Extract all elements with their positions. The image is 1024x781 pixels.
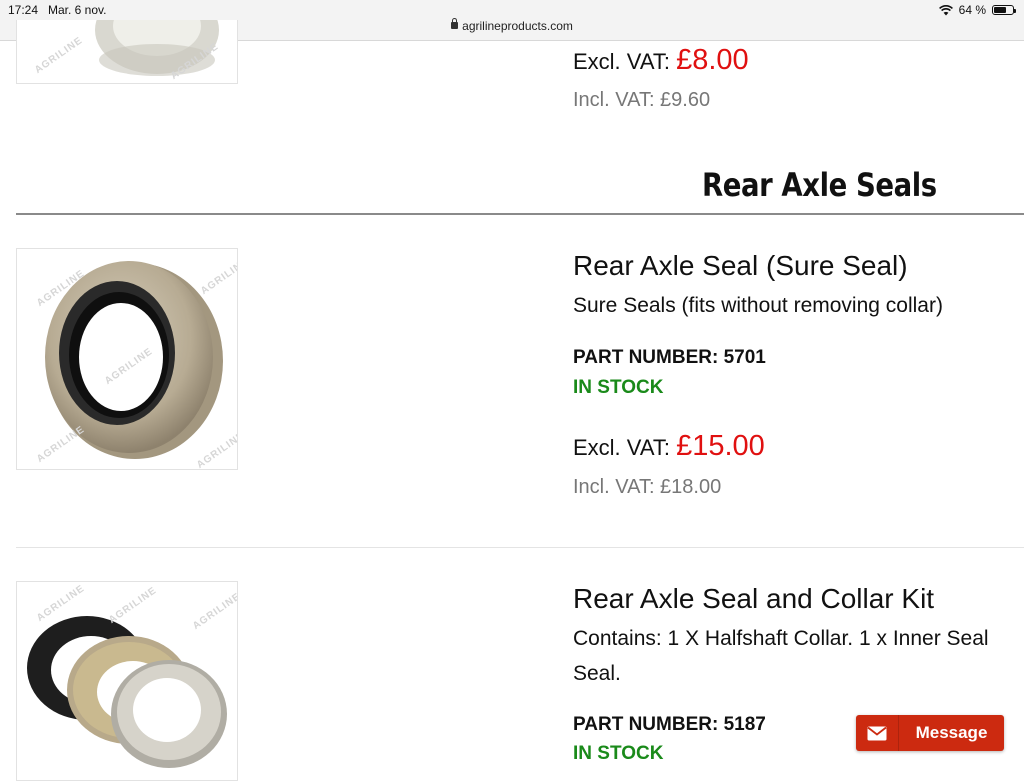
price-value: £8.00 <box>676 44 749 76</box>
price-incl-vat: Incl. VAT: £18.00 <box>573 476 722 498</box>
message-button-label: Message <box>915 723 988 742</box>
part-number: PART NUMBER: 5701 <box>573 347 766 369</box>
stock-status: IN STOCK <box>573 743 664 764</box>
product-description-continued: Seal. <box>573 662 621 685</box>
product-image-seal-collar-kit[interactable]: AGRILINE AGRILINE AGRILINE <box>16 581 238 781</box>
status-indicators: 64 % <box>938 3 1016 17</box>
part-number-value: 5701 <box>723 347 766 368</box>
product-image-previous[interactable]: AGRILINE AGRILINE <box>16 20 238 84</box>
envelope-icon <box>856 715 899 751</box>
excl-vat-label: Excl. VAT: <box>573 435 670 460</box>
battery-icon <box>992 5 1016 15</box>
product-divider <box>16 547 1024 548</box>
price-incl-vat-previous: Incl. VAT: £9.60 <box>573 89 711 111</box>
status-time: 17:24 <box>8 3 39 17</box>
product-description: Sure Seals (fits without removing collar… <box>573 294 943 317</box>
status-date: Mar. 6 nov. <box>48 3 107 17</box>
part-number: PART NUMBER: 5187 <box>573 714 766 736</box>
product-description: Contains: 1 X Halfshaft Collar. 1 x Inne… <box>573 627 989 650</box>
section-title: Rear Axle Seals <box>702 166 937 204</box>
part-number-label: PART NUMBER: <box>573 347 719 368</box>
message-button[interactable]: Message <box>856 715 1004 751</box>
excl-vat-label: Excl. VAT: <box>573 49 670 74</box>
part-number-value: 5187 <box>723 714 766 735</box>
url-text: agrilineproducts.com <box>462 19 573 33</box>
stock-status: IN STOCK <box>573 377 664 398</box>
wifi-icon <box>938 4 953 16</box>
price-value: £15.00 <box>676 430 765 462</box>
price-excl-vat: Excl. VAT: £15.00 <box>573 430 765 463</box>
product-title[interactable]: Rear Axle Seal (Sure Seal) <box>573 250 908 282</box>
section-divider <box>16 213 1024 215</box>
part-number-label: PART NUMBER: <box>573 714 719 735</box>
product-image-sure-seal[interactable]: AGRILINE AGRILINE AGRILINE AGRILINE AGRI… <box>16 248 238 470</box>
battery-percent: 64 % <box>958 3 986 17</box>
lock-icon <box>451 18 459 29</box>
price-excl-vat-previous: Excl. VAT: £8.00 <box>573 44 749 77</box>
product-title[interactable]: Rear Axle Seal and Collar Kit <box>573 583 934 615</box>
battery-fill <box>994 7 1006 13</box>
